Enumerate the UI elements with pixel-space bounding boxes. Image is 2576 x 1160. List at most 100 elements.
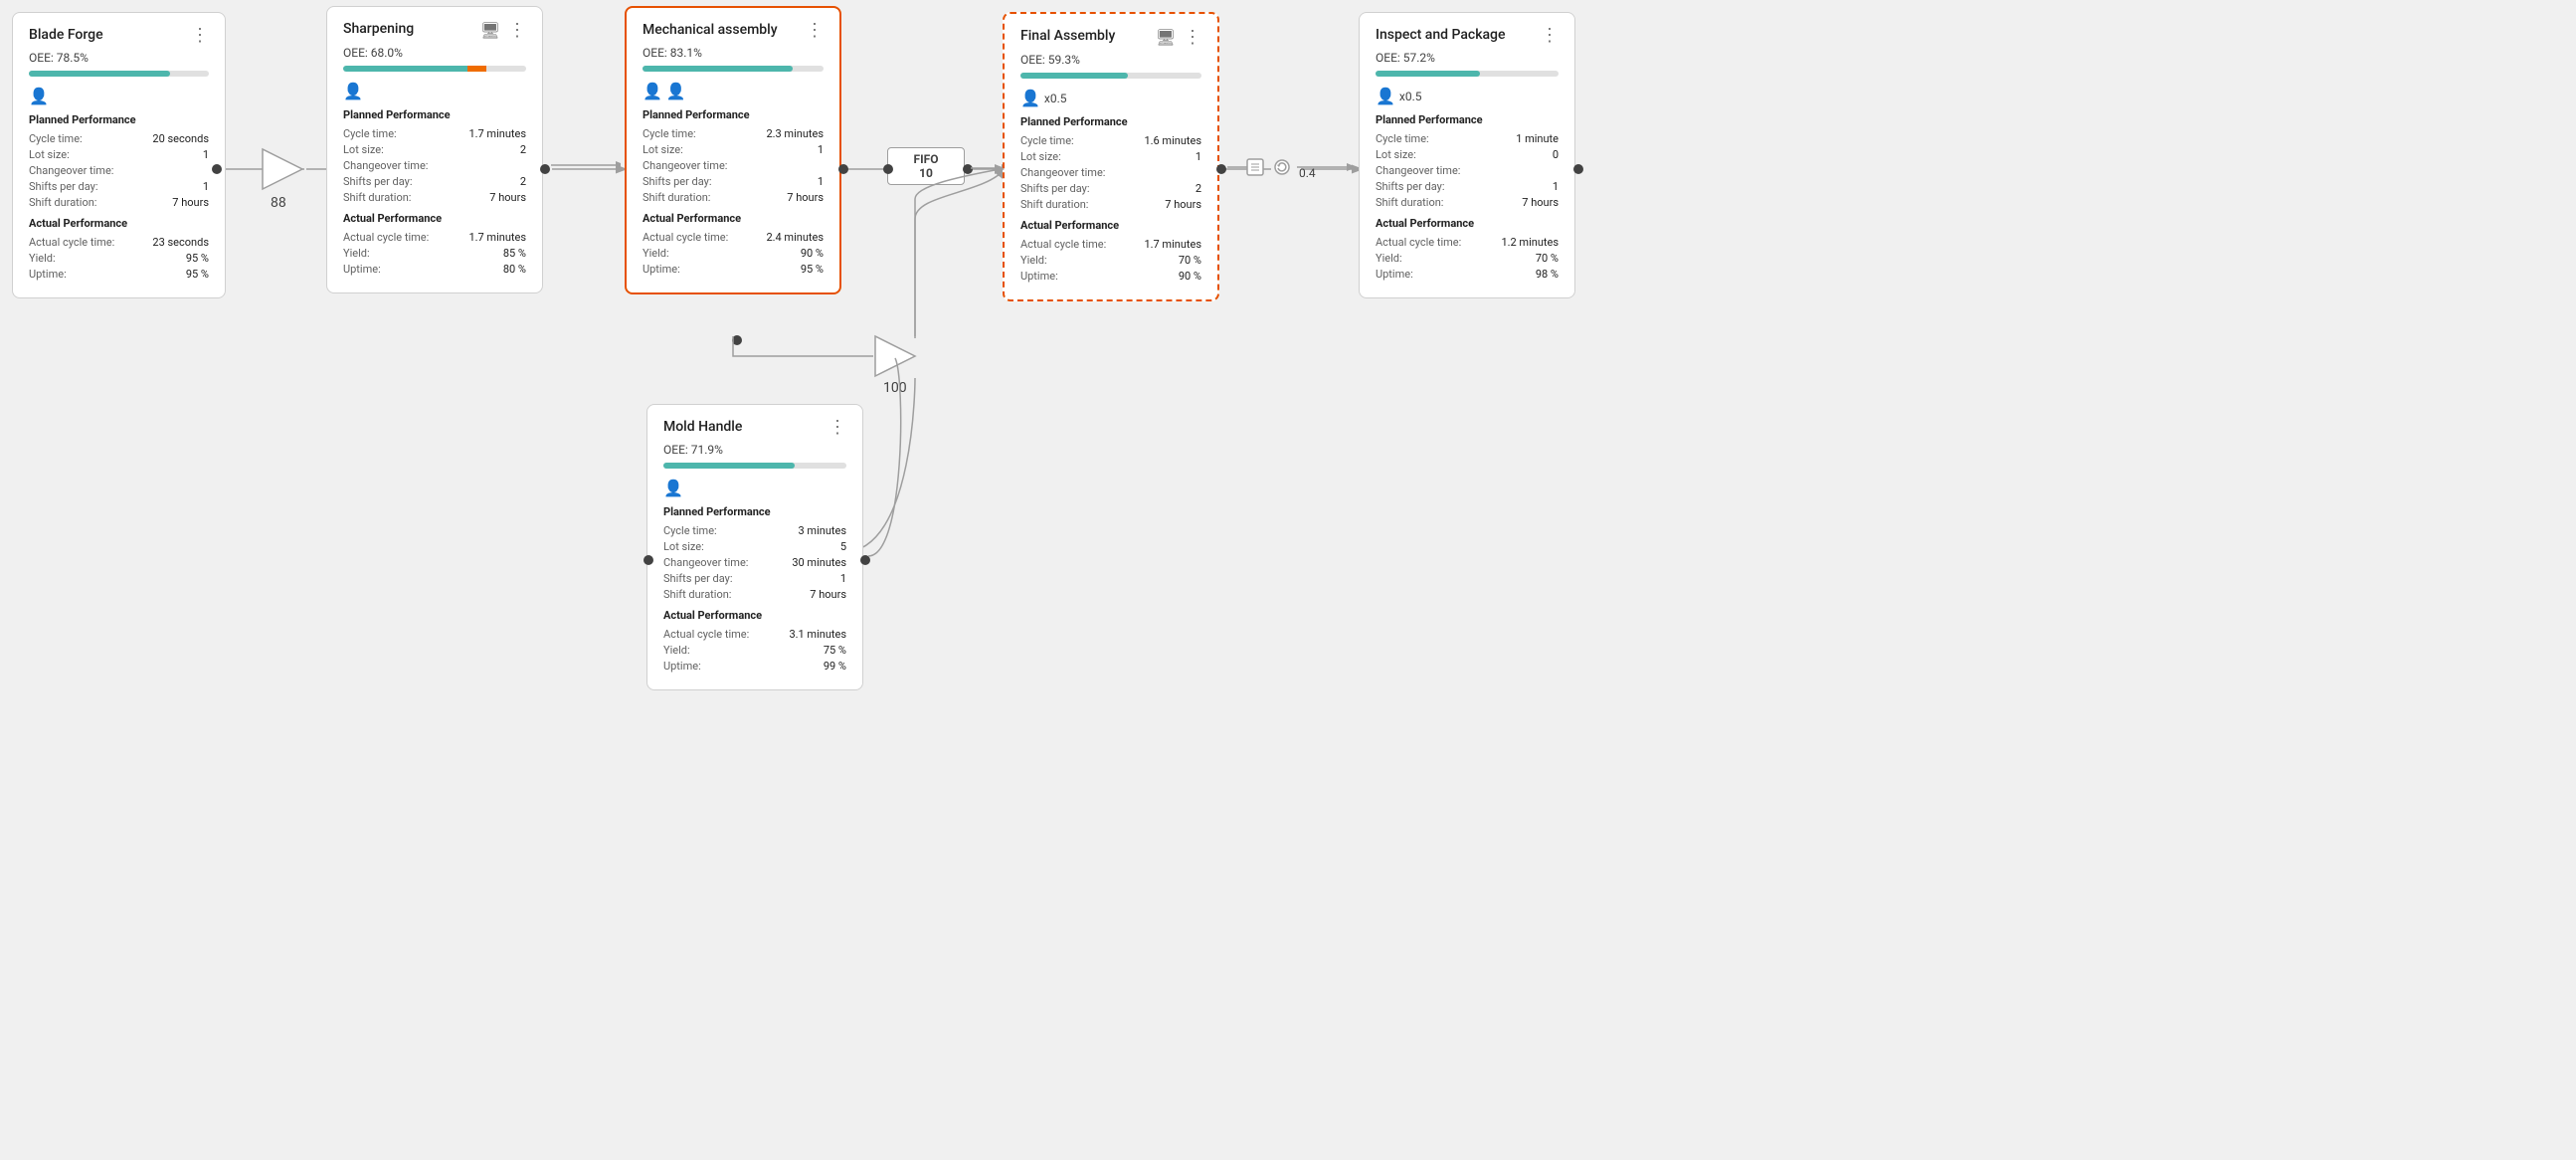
sharpening-uptime: 80 % xyxy=(503,263,526,276)
blade-forge-shifts: 1 xyxy=(203,180,209,193)
yield-label: Yield: xyxy=(29,252,56,265)
person-icon-3: 👤 xyxy=(643,82,662,100)
sharpening-lot-size: 2 xyxy=(520,143,526,156)
sharpening-oee: OEE: 68.0% xyxy=(343,46,403,60)
mold-handle-fill xyxy=(663,463,795,469)
blade-forge-menu[interactable]: ⋮ xyxy=(191,27,209,45)
sharpening-menu[interactable]: ⋮ xyxy=(508,22,526,40)
triangle1-label: 88 xyxy=(271,195,286,211)
fa-to-ip-connector: 0.4 xyxy=(1227,155,1357,179)
mh-actual-cycle: 3.1 minutes xyxy=(789,628,846,641)
mold-handle-planned-label: Planned Performance xyxy=(663,505,846,518)
inspect-oee: OEE: 57.2% xyxy=(1376,51,1435,65)
sharpening-shift-duration: 7 hours xyxy=(489,191,526,204)
mech-right-dot xyxy=(838,164,848,174)
mech-shift-duration: 7 hours xyxy=(787,191,824,204)
person-icon-7: 👤 xyxy=(663,479,683,497)
blade-forge-progress-fill xyxy=(29,71,170,77)
mold-handle-progress xyxy=(663,463,846,469)
sharpening-card: Sharpening 🖥 ⋮ OEE: 68.0% 👤 Planned Perf… xyxy=(326,6,543,293)
monitor-icon-2: 🖥 xyxy=(1156,28,1176,47)
mold-handle-right-dot xyxy=(860,555,870,565)
fa-shifts: 2 xyxy=(1196,182,1201,195)
blade-forge-cycle-time: 20 seconds xyxy=(152,132,209,145)
blade-forge-planned-label: Planned Performance xyxy=(29,113,209,126)
sharpening-shifts: 2 xyxy=(520,175,526,188)
mech-assembly-menu[interactable]: ⋮ xyxy=(806,22,824,40)
final-assembly-card: Final Assembly 🖥 ⋮ OEE: 59.3% 👤 x0.5 Pla… xyxy=(1003,12,1219,301)
sh-to-ma-arrow xyxy=(551,162,621,168)
mh-actual-label: Actual Performance xyxy=(663,609,846,622)
mech-assembly-fill xyxy=(643,66,793,72)
mold-handle-oee: OEE: 71.9% xyxy=(663,443,723,457)
blade-forge-lot-size: 1 xyxy=(203,148,209,161)
ip-actual-cycle: 1.2 minutes xyxy=(1501,236,1559,249)
shifts-label: Shifts per day: xyxy=(29,180,98,193)
blade-forge-yield: 95 % xyxy=(186,252,209,265)
mh-uptime: 99 % xyxy=(824,660,846,673)
shift-duration-label: Shift duration: xyxy=(29,196,96,209)
fa-lot-size: 1 xyxy=(1196,150,1201,163)
mech-assembly-progress xyxy=(643,66,824,72)
sharpening-title: Sharpening xyxy=(343,21,414,37)
sharpening-actual-cycle: 1.7 minutes xyxy=(468,231,526,244)
mh-changeover: 30 minutes xyxy=(792,556,846,569)
mold-handle-workers: 👤 xyxy=(663,479,846,497)
ip-lot-size: 0 xyxy=(1553,148,1559,161)
uptime-label: Uptime: xyxy=(29,268,67,281)
mh-lot-size: 5 xyxy=(840,540,846,553)
mech-cycle-time: 2.3 minutes xyxy=(766,127,824,140)
inspect-multiplier: x0.5 xyxy=(1399,90,1422,103)
blade-forge-card: Blade Forge ⋮ OEE: 78.5% 👤 Planned Perfo… xyxy=(12,12,226,298)
mech-assembly-oee: OEE: 83.1% xyxy=(643,46,702,60)
fifo-label: FIFO xyxy=(896,152,956,166)
inspect-planned-label: Planned Performance xyxy=(1376,113,1559,126)
canvas: Blade Forge ⋮ OEE: 78.5% 👤 Planned Perfo… xyxy=(0,0,2576,1160)
mh-shifts: 1 xyxy=(840,572,846,585)
sharpening-yield: 85 % xyxy=(503,247,526,260)
inspect-menu[interactable]: ⋮ xyxy=(1541,27,1559,45)
mech-bottom-dot xyxy=(732,335,742,345)
mold-handle-menu[interactable]: ⋮ xyxy=(828,419,846,437)
mechanical-assembly-card: Mechanical assembly ⋮ OEE: 83.1% 👤 👤 Pla… xyxy=(625,6,841,294)
person-icon-2: 👤 xyxy=(343,82,363,100)
mold-handle-card: Mold Handle ⋮ OEE: 71.9% 👤 Planned Perfo… xyxy=(646,404,863,690)
inspect-workers: 👤 x0.5 xyxy=(1376,87,1559,105)
sharpening-teal xyxy=(343,66,467,72)
sharpening-actual-label: Actual Performance xyxy=(343,212,526,225)
sharpening-cycle-time: 1.7 minutes xyxy=(468,127,526,140)
blade-forge-title: Blade Forge xyxy=(29,27,103,43)
sharpening-progress xyxy=(343,66,526,72)
changeover-label: Changeover time: xyxy=(29,164,113,177)
mech-uptime: 95 % xyxy=(801,263,824,276)
ip-shift-duration: 7 hours xyxy=(1522,196,1559,209)
fa-uptime: 90 % xyxy=(1179,270,1201,283)
inspect-title: Inspect and Package xyxy=(1376,27,1505,43)
connector-icons-svg: 0.4 xyxy=(1227,155,1357,179)
mh-cycle-time: 3 minutes xyxy=(799,524,846,537)
final-assembly-workers: 👤 x0.5 xyxy=(1020,89,1201,107)
fa-actual-cycle: 1.7 minutes xyxy=(1144,238,1201,251)
mech-lot-size: 1 xyxy=(818,143,824,156)
ip-actual-label: Actual Performance xyxy=(1376,217,1559,230)
fa-shift-duration: 7 hours xyxy=(1165,198,1201,211)
mech-assembly-planned-label: Planned Performance xyxy=(643,108,824,121)
final-assembly-menu[interactable]: ⋮ xyxy=(1184,29,1201,47)
inspect-progress xyxy=(1376,71,1559,77)
mech-assembly-workers: 👤 👤 xyxy=(643,82,824,100)
blade-forge-actual-label: Actual Performance xyxy=(29,217,209,230)
fa-actual-label: Actual Performance xyxy=(1020,219,1201,232)
sharpening-empty xyxy=(486,66,526,72)
mech-actual-label: Actual Performance xyxy=(643,212,824,225)
person-icon: 👤 xyxy=(29,87,49,105)
lot-size-label: Lot size: xyxy=(29,148,70,161)
monitor-icon: 🖥 xyxy=(480,21,500,40)
final-assembly-planned-label: Planned Performance xyxy=(1020,115,1201,128)
final-assembly-progress xyxy=(1020,73,1201,79)
person-icon-4: 👤 xyxy=(666,82,686,100)
sharpening-right-dot xyxy=(540,164,550,174)
cycle-time-label: Cycle time: xyxy=(29,132,83,145)
sharpening-planned-label: Planned Performance xyxy=(343,108,526,121)
mech-assembly-title: Mechanical assembly xyxy=(643,22,778,38)
ip-uptime: 98 % xyxy=(1536,268,1559,281)
